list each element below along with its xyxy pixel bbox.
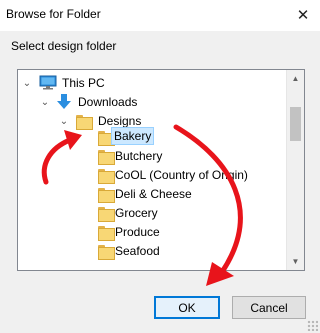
folder-icon bbox=[98, 188, 115, 203]
vertical-scrollbar[interactable]: ▲ ▼ bbox=[286, 70, 304, 270]
ok-button[interactable]: OK bbox=[154, 296, 220, 319]
scroll-down-icon[interactable]: ▼ bbox=[287, 253, 304, 270]
this-pc-icon bbox=[39, 75, 57, 90]
close-icon[interactable]: ✕ bbox=[290, 3, 316, 27]
resize-grip-icon[interactable] bbox=[307, 320, 318, 331]
tree-item-label: Deli & Cheese bbox=[115, 187, 192, 201]
tree-item-label: Seafood bbox=[115, 244, 160, 258]
chevron-down-icon[interactable]: ⌄ bbox=[40, 97, 50, 108]
chevron-down-icon[interactable]: ⌄ bbox=[59, 116, 69, 127]
folder-icon bbox=[98, 150, 115, 165]
tree-item-label: This PC bbox=[62, 76, 105, 90]
folder-tree[interactable]: ⌄ This PC ⌄ Downloads ⌄ Designs Bakery B… bbox=[17, 69, 305, 271]
tree-item-label: Bakery bbox=[111, 127, 155, 145]
window-title: Browse for Folder bbox=[6, 7, 101, 21]
cancel-button[interactable]: Cancel bbox=[232, 296, 306, 319]
folder-icon bbox=[98, 226, 115, 241]
scrollbar-thumb[interactable] bbox=[290, 107, 301, 141]
title-bar: Browse for Folder ✕ bbox=[0, 0, 320, 31]
downloads-icon bbox=[57, 94, 71, 109]
folder-icon bbox=[76, 115, 93, 130]
tree-item-label: Produce bbox=[115, 225, 160, 239]
tree-item-label: Grocery bbox=[115, 206, 158, 220]
tree-item-label: Butchery bbox=[115, 149, 163, 163]
folder-icon bbox=[98, 207, 115, 222]
scroll-up-icon[interactable]: ▲ bbox=[287, 70, 304, 87]
tree-item-label: CoOL (Country of Origin) bbox=[115, 168, 248, 182]
instruction-text: Select design folder bbox=[11, 39, 117, 53]
tree-item-label: Downloads bbox=[78, 95, 138, 109]
folder-icon bbox=[98, 245, 115, 260]
folder-icon bbox=[98, 169, 115, 184]
chevron-down-icon[interactable]: ⌄ bbox=[22, 78, 32, 89]
